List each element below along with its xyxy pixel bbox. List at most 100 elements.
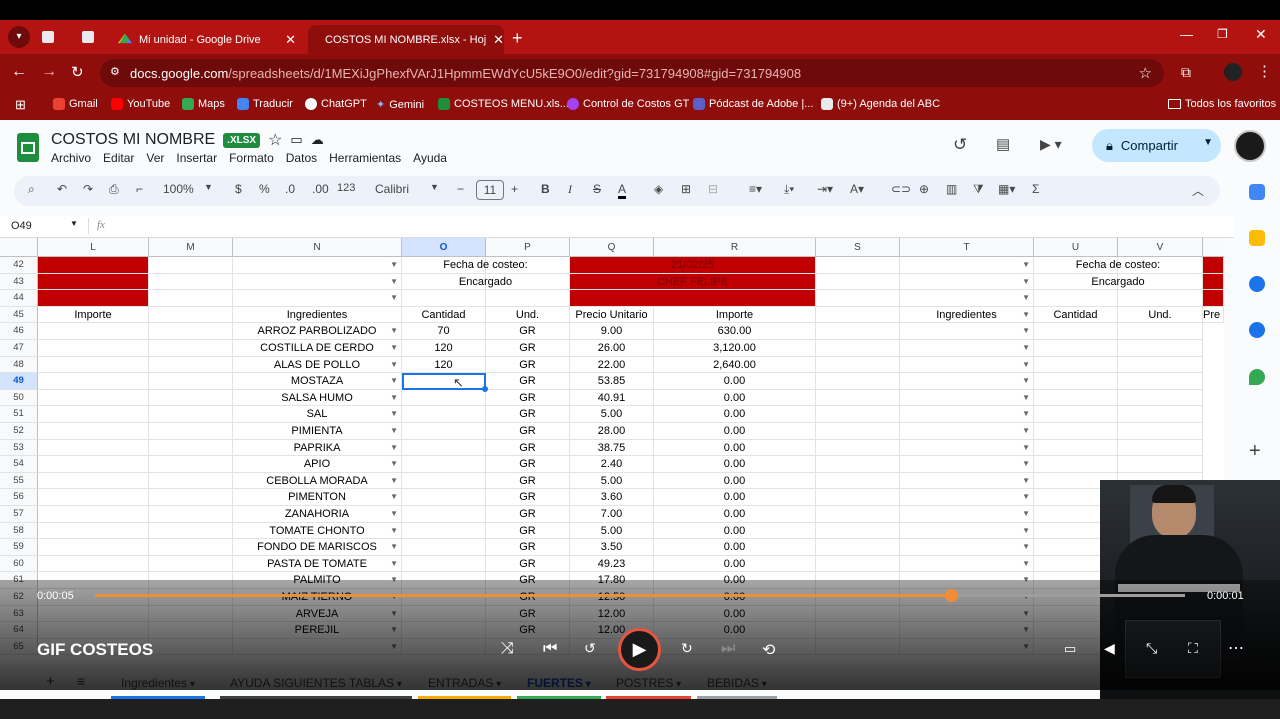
right-fecha-label[interactable]: Fecha de costeo:: [1034, 257, 1203, 274]
importe-header[interactable]: Importe: [654, 306, 816, 324]
right-und-header[interactable]: Und.: [1118, 306, 1203, 324]
new-tab-icon[interactable]: +: [512, 28, 523, 49]
cell[interactable]: [38, 472, 149, 490]
column-header-q[interactable]: Q: [570, 238, 654, 257]
cell[interactable]: [38, 423, 149, 440]
amount-cell[interactable]: 2,640.00: [654, 356, 816, 374]
cell[interactable]: [1118, 423, 1203, 440]
ingredient-name-cell[interactable]: TOMATE CHONTO ▼: [233, 522, 402, 540]
column-header-r[interactable]: R: [654, 238, 816, 257]
cell[interactable]: [816, 506, 900, 523]
fill-color-icon[interactable]: ◈: [654, 182, 663, 196]
name-box[interactable]: O49: [11, 220, 32, 232]
dropdown-arrow-icon[interactable]: ▼: [390, 506, 398, 522]
font-select[interactable]: Calibri: [375, 182, 409, 196]
cell[interactable]: [816, 489, 900, 506]
cell[interactable]: [149, 340, 233, 357]
cell[interactable]: [149, 489, 233, 506]
cloud-status-icon[interactable]: ☁: [311, 132, 324, 148]
chevron-down-icon[interactable]: ▼: [430, 182, 439, 192]
amount-cell[interactable]: 0.00: [654, 456, 816, 473]
star-icon[interactable]: ☆: [268, 130, 282, 150]
tab-spreadsheet[interactable]: COSTOS MI NOMBRE.xlsx - Hoj ✕: [308, 25, 504, 54]
cell[interactable]: [149, 423, 233, 440]
row-header-56[interactable]: 56: [0, 489, 38, 506]
maps-icon[interactable]: [1249, 369, 1265, 385]
row-header-52[interactable]: 52: [0, 423, 38, 440]
dropdown-arrow-icon[interactable]: ▼: [390, 406, 398, 422]
unit-price-cell[interactable]: 5.00: [570, 406, 654, 423]
unit-price-cell[interactable]: 53.85: [570, 373, 654, 390]
right-cantidad-header[interactable]: Cantidad: [1034, 306, 1118, 324]
dropdown-arrow-icon[interactable]: ▼: [1022, 406, 1030, 422]
column-header-m[interactable]: M: [149, 238, 233, 257]
row-header-43[interactable]: 43: [0, 273, 38, 291]
dropdown-arrow-icon[interactable]: ▼: [1022, 373, 1030, 389]
ingredient-name-cell[interactable]: SALSA HUMO ▼: [233, 389, 402, 407]
ingredient-name-cell[interactable]: MOSTAZA ▼: [233, 373, 402, 390]
tasks-icon[interactable]: [1249, 276, 1265, 292]
ingredient-name-cell[interactable]: ZANAHORIA ▼: [233, 506, 402, 523]
dropdown-arrow-icon[interactable]: ▼: [1022, 323, 1030, 339]
row-header-58[interactable]: 58: [0, 522, 38, 540]
insert-comment-icon[interactable]: ⊕: [919, 182, 929, 196]
ingredient-name-cell[interactable]: FONDO DE MARISCOS ▼: [233, 539, 402, 556]
dropdown-arrow-icon[interactable]: ▼: [1022, 539, 1030, 555]
bookmark-gmail[interactable]: Gmail: [53, 98, 98, 110]
cell[interactable]: [149, 506, 233, 523]
cell[interactable]: [816, 439, 900, 457]
chevron-down-icon[interactable]: ▼: [70, 219, 78, 228]
cell[interactable]: [38, 555, 149, 573]
column-header-o[interactable]: O: [402, 238, 486, 257]
quantity-cell[interactable]: [402, 406, 486, 423]
importe-header-left[interactable]: Importe: [38, 306, 149, 324]
und-header[interactable]: Und.: [486, 306, 570, 324]
encargado-label[interactable]: Encargado: [402, 273, 570, 291]
close-icon[interactable]: ✕: [285, 32, 296, 48]
row-header-48[interactable]: 48: [0, 356, 38, 374]
cell[interactable]: [816, 389, 900, 407]
cell[interactable]: [816, 423, 900, 440]
ingredient-name-cell[interactable]: ALAS DE POLLO ▼: [233, 356, 402, 374]
quantity-cell[interactable]: [402, 506, 486, 523]
chevron-down-icon[interactable]: ▼: [204, 182, 213, 192]
cell[interactable]: [149, 406, 233, 423]
menu-insertar[interactable]: Insertar: [176, 151, 217, 165]
cell[interactable]: [816, 356, 900, 374]
dropdown-arrow-icon[interactable]: ▼: [1022, 523, 1030, 539]
ingredient-dropdown-cell[interactable]: ▼: [900, 406, 1034, 423]
header-red-cell[interactable]: [38, 257, 149, 274]
bookmark-maps[interactable]: Maps: [182, 98, 225, 110]
repeat-icon[interactable]: ⟲: [762, 640, 775, 660]
dropdown-arrow-icon[interactable]: ▼: [1022, 340, 1030, 356]
seek-bar[interactable]: [95, 589, 1185, 602]
bookmark-chatgpt[interactable]: ChatGPT: [305, 98, 367, 110]
amount-cell[interactable]: 0.00: [654, 472, 816, 490]
tab-search-icon[interactable]: ▾: [8, 26, 30, 48]
bookmark-youtube[interactable]: YouTube: [111, 98, 170, 110]
dropdown-arrow-icon[interactable]: ▼: [390, 440, 398, 456]
mini-player-icon[interactable]: ⤡: [1146, 640, 1157, 657]
chevron-down-icon[interactable]: ▼: [1203, 137, 1213, 148]
insert-chart-icon[interactable]: ▥: [946, 182, 957, 196]
column-header-partial[interactable]: [1203, 238, 1224, 257]
cell[interactable]: [816, 522, 900, 540]
cell[interactable]: [1034, 323, 1118, 340]
menu-ver[interactable]: Ver: [146, 151, 164, 165]
comments-icon[interactable]: ▤: [996, 135, 1010, 153]
quantity-cell[interactable]: [402, 456, 486, 473]
cell[interactable]: [1118, 373, 1203, 390]
cell[interactable]: [1034, 423, 1118, 440]
cell[interactable]: [1118, 406, 1203, 423]
bookmark-costeos[interactable]: COSTEOS MENU.xls...: [438, 98, 569, 110]
bookmark-gemini[interactable]: ✦ Gemini: [376, 98, 424, 112]
column-header-u[interactable]: U: [1034, 238, 1118, 257]
unit-cell[interactable]: GR: [486, 406, 570, 423]
cell[interactable]: [38, 489, 149, 506]
fullscreen-icon[interactable]: ⛶: [1188, 640, 1198, 657]
row-header-49[interactable]: 49: [0, 373, 38, 390]
formula-input[interactable]: [120, 218, 1220, 236]
right-ingredientes-header[interactable]: Ingredientes ▼: [900, 306, 1034, 324]
amount-cell[interactable]: 0.00: [654, 439, 816, 457]
cell[interactable]: [1034, 356, 1118, 374]
